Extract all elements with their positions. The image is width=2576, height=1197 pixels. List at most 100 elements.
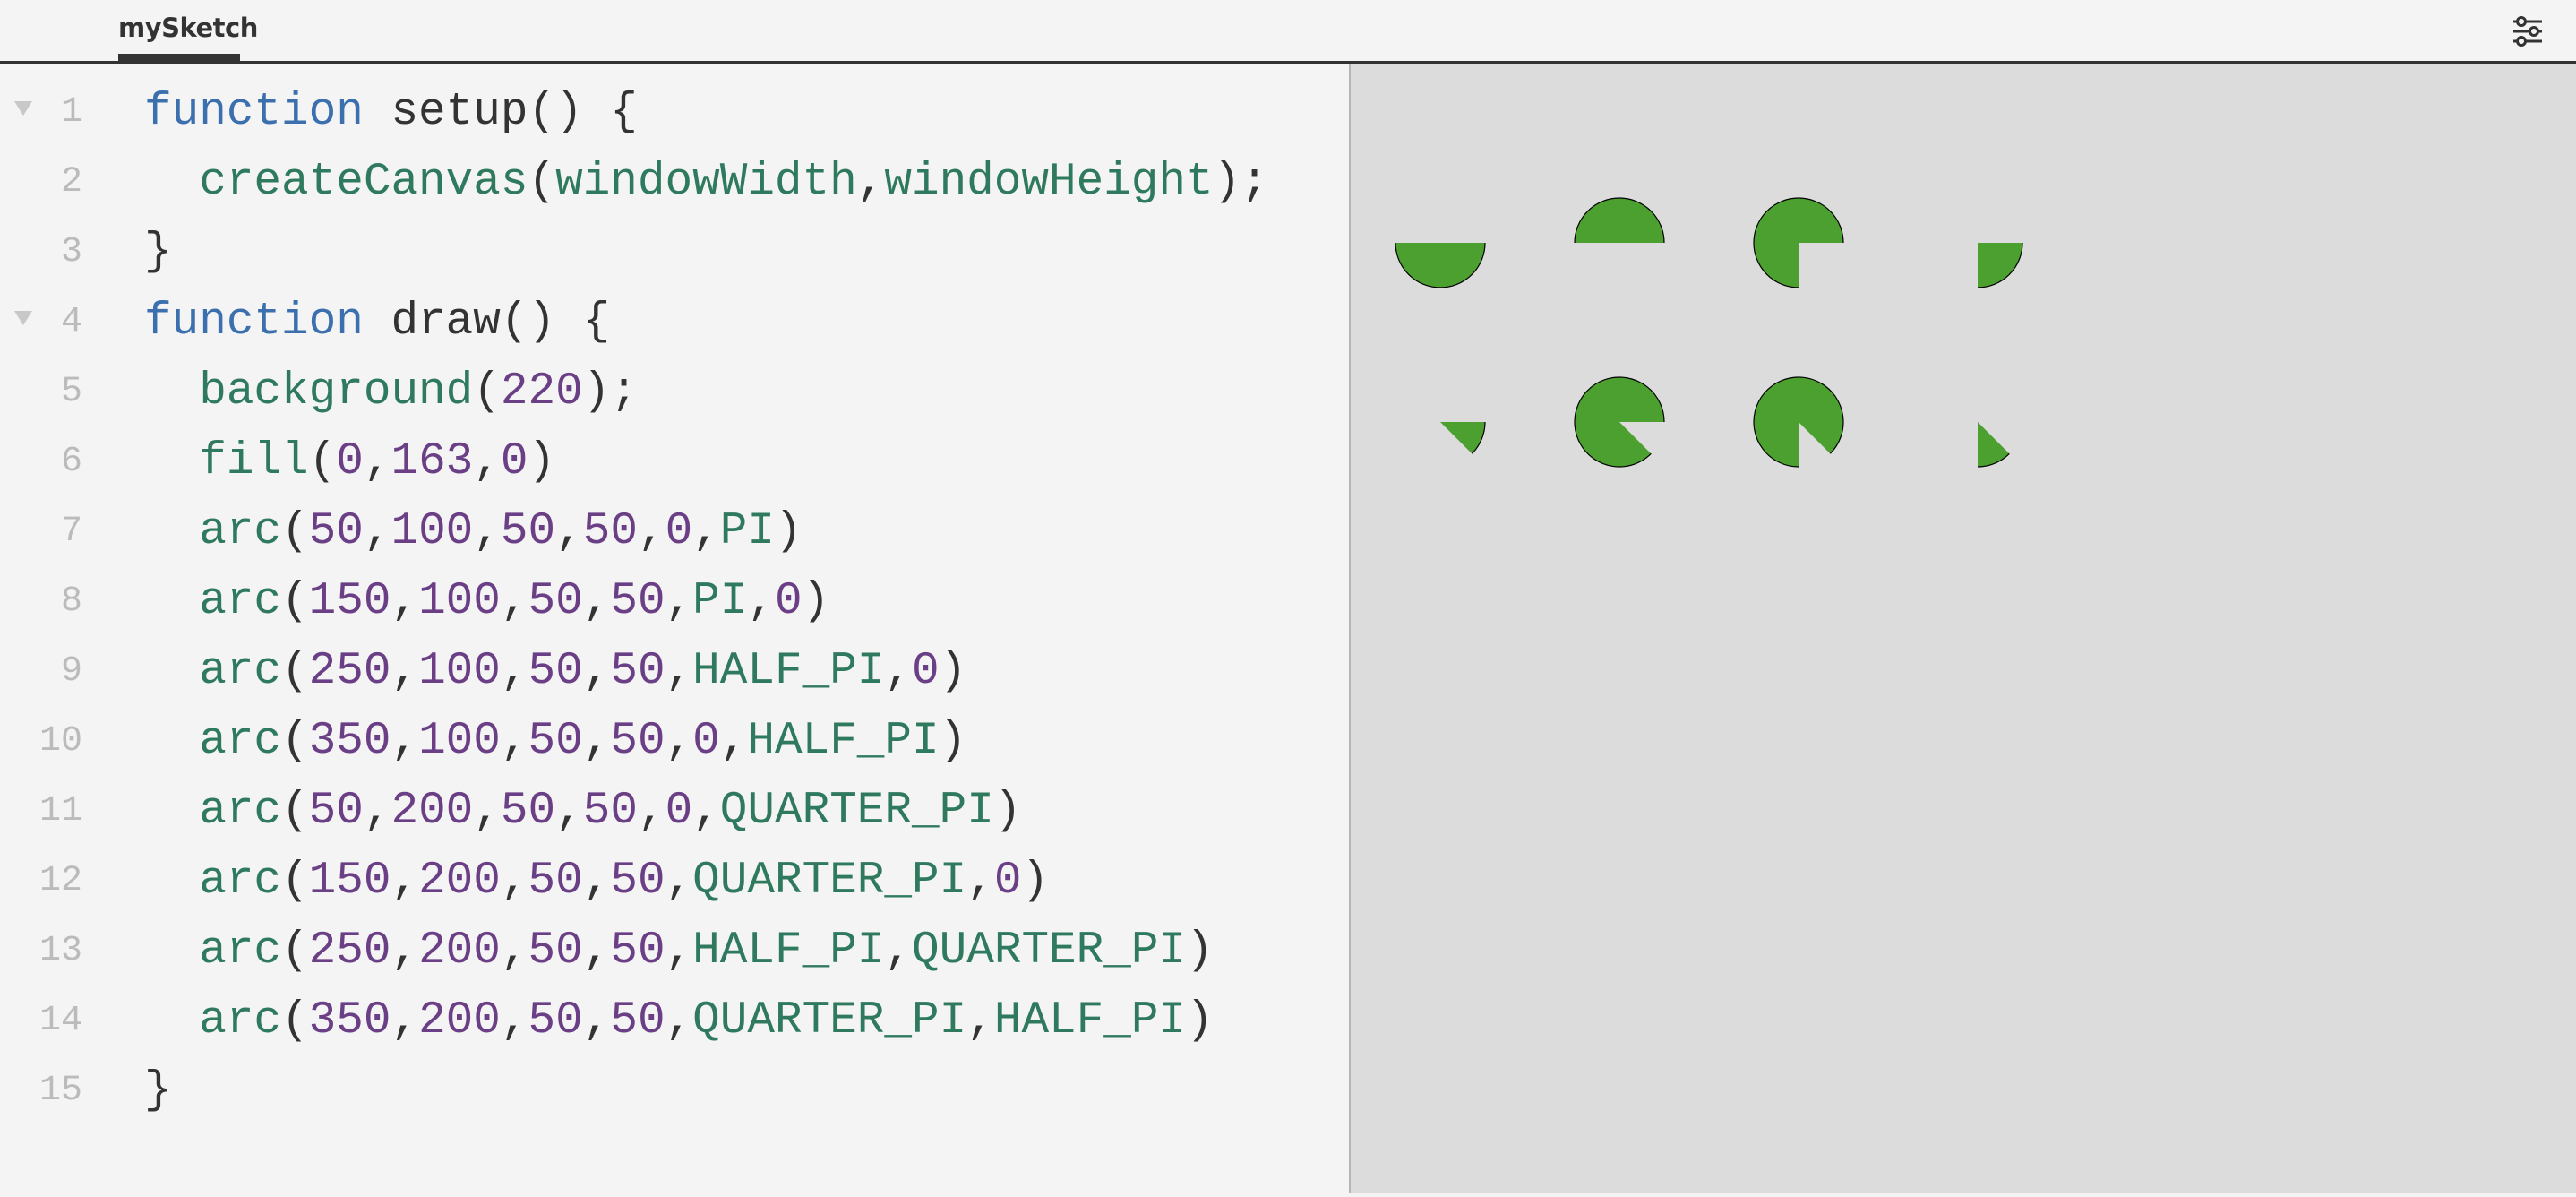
top-bar: mySketch — [0, 0, 2576, 64]
code-token: 50 — [528, 576, 583, 627]
code-token: 100 — [418, 576, 501, 627]
code-line[interactable]: 5 background(220); — [0, 357, 1349, 427]
code-token: , — [747, 576, 775, 627]
code-text: background(220); — [144, 357, 638, 427]
tab-mysketch[interactable]: mySketch — [118, 13, 258, 43]
code-token: 50 — [528, 716, 583, 767]
code-token: , — [582, 856, 611, 907]
code-line[interactable]: 15} — [0, 1056, 1349, 1126]
code-token: ) — [1186, 926, 1214, 977]
code-line[interactable]: 8 arc(150,100,50,50,PI,0) — [0, 567, 1349, 637]
code-line[interactable]: 6 fill(0,163,0) — [0, 427, 1349, 497]
code-token: , — [582, 646, 611, 697]
code-line[interactable]: 11 arc(50,200,50,50,0,QUARTER_PI) — [0, 777, 1349, 847]
code-text: arc(250,100,50,50,HALF_PI,0) — [144, 637, 966, 707]
sliders-icon[interactable] — [2512, 16, 2544, 47]
code-editor[interactable]: 1 function setup() { 2 createCanvas(window… — [0, 64, 1349, 1193]
code-token: , — [473, 506, 501, 557]
code-token: draw() { — [363, 297, 611, 348]
code-token: ( — [473, 366, 501, 418]
sketch-canvas — [1395, 197, 2023, 468]
code-token: 50 — [582, 506, 638, 557]
code-line[interactable]: 9 arc(250,100,50,50,HALF_PI,0) — [0, 637, 1349, 707]
code-line[interactable]: 2 createCanvas(windowWidth,windowHeight)… — [0, 148, 1349, 218]
line-number: 7 — [60, 512, 82, 552]
code-token: arc — [144, 786, 282, 837]
code-token: QUARTER_PI — [719, 786, 994, 837]
code-token: QUARTER_PI — [912, 926, 1187, 977]
code-token: 0 — [993, 856, 1022, 907]
code-token: fill — [144, 436, 309, 487]
code-token: arc — [144, 506, 282, 557]
code-token: ); — [582, 366, 638, 418]
code-token: 350 — [308, 995, 391, 1046]
code-token: ) — [993, 786, 1022, 837]
code-token: 0 — [500, 436, 528, 487]
code-token: function — [144, 87, 364, 138]
code-token: , — [555, 506, 583, 557]
code-token: 50 — [308, 506, 364, 557]
code-token: , — [665, 926, 693, 977]
code-text: arc(150,200,50,50,QUARTER_PI,0) — [144, 847, 1049, 917]
code-line[interactable]: 1 function setup() { — [0, 78, 1349, 148]
code-text: arc(50,200,50,50,0,QUARTER_PI) — [144, 777, 1021, 847]
code-token: ) — [528, 436, 556, 487]
code-token: 50 — [610, 576, 665, 627]
arc-shape — [1574, 197, 1665, 244]
arc-shape — [1977, 422, 2010, 468]
code-token: 220 — [500, 366, 583, 418]
code-token: setup() { — [363, 87, 638, 138]
code-token: ( — [281, 995, 309, 1046]
code-token: ) — [939, 646, 967, 697]
code-token: arc — [144, 995, 282, 1046]
code-token: , — [582, 995, 611, 1046]
code-token: function — [144, 297, 364, 348]
code-line[interactable]: 4 function draw() { — [0, 288, 1349, 357]
code-token: ( — [281, 576, 309, 627]
code-token: , — [582, 716, 611, 767]
arc-shape — [1440, 421, 1486, 454]
code-token: , — [692, 506, 720, 557]
code-token: , — [363, 436, 391, 487]
code-line[interactable]: 14 arc(350,200,50,50,QUARTER_PI,HALF_PI) — [0, 986, 1349, 1056]
fold-triangle-icon[interactable] — [14, 101, 32, 116]
code-token: 0 — [912, 646, 940, 697]
code-token: 50 — [610, 856, 665, 907]
code-token: , — [665, 716, 693, 767]
sketch-preview — [1351, 64, 2576, 1193]
code-line[interactable]: 10 arc(350,100,50,50,0,HALF_PI) — [0, 707, 1349, 777]
code-text: arc(350,100,50,50,0,HALF_PI) — [144, 707, 966, 777]
code-token: , — [637, 786, 665, 837]
line-number: 1 — [60, 92, 82, 133]
code-token: PI — [719, 506, 775, 557]
code-token: HALF_PI — [993, 995, 1187, 1046]
code-token: 50 — [528, 856, 583, 907]
code-token: , — [500, 716, 528, 767]
code-token: 0 — [692, 716, 720, 767]
code-token: 50 — [610, 995, 665, 1046]
code-token: , — [665, 576, 693, 627]
code-token: windowHeight — [884, 157, 1214, 208]
code-token: , — [582, 576, 611, 627]
code-line[interactable]: 7 arc(50,100,50,50,0,PI) — [0, 497, 1349, 567]
code-line[interactable]: 3} — [0, 218, 1349, 288]
code-token: , — [500, 646, 528, 697]
code-text: } — [144, 218, 172, 288]
code-token: HALF_PI — [692, 646, 885, 697]
code-token: , — [363, 506, 391, 557]
code-token: , — [856, 157, 885, 208]
line-number: 6 — [60, 442, 82, 482]
code-text: function draw() { — [144, 288, 610, 357]
code-token: } — [144, 227, 172, 278]
arc-shape — [1977, 242, 2023, 288]
code-token: 50 — [610, 926, 665, 977]
code-token: 200 — [418, 926, 501, 977]
code-token: 0 — [775, 576, 803, 627]
code-line[interactable]: 12 arc(150,200,50,50,QUARTER_PI,0) — [0, 847, 1349, 917]
code-token: 250 — [308, 926, 391, 977]
code-line[interactable]: 13 arc(250,200,50,50,HALF_PI,QUARTER_PI) — [0, 917, 1349, 986]
code-token: , — [692, 786, 720, 837]
code-token: , — [665, 646, 693, 697]
fold-triangle-icon[interactable] — [14, 311, 32, 325]
code-token: } — [144, 1065, 172, 1116]
